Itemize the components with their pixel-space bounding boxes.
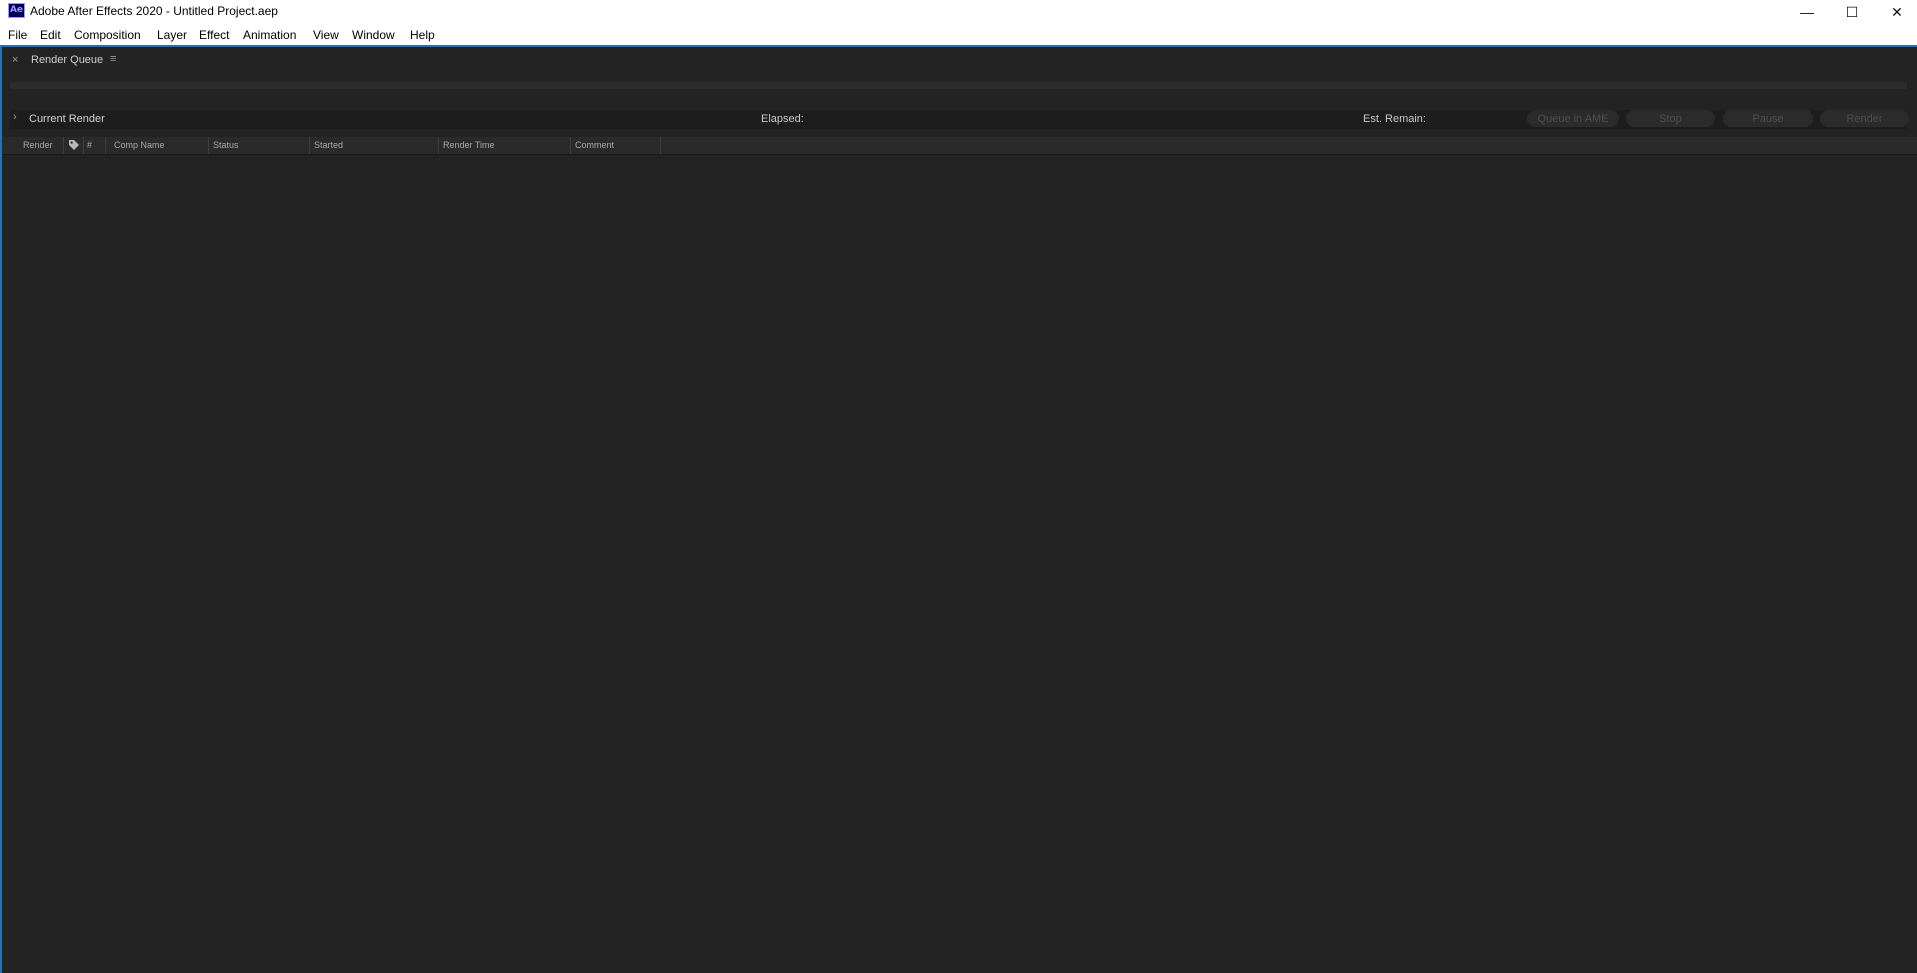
menu-file[interactable]: File — [8, 28, 27, 42]
menu-animation[interactable]: Animation — [243, 28, 296, 42]
column-started[interactable]: Started — [311, 137, 439, 154]
chevron-right-icon[interactable]: › — [13, 111, 17, 123]
after-effects-app-icon: Ae — [8, 3, 25, 18]
queue-in-ame-button[interactable]: Queue in AME — [1527, 110, 1619, 127]
column-comp-name[interactable]: Comp Name — [111, 137, 209, 154]
window-title-bar: Ae Adobe After Effects 2020 - Untitled P… — [0, 0, 1917, 24]
menu-window[interactable]: Window — [352, 28, 395, 42]
current-render-row: › Current Render Elapsed: Est. Remain: — [10, 110, 1907, 129]
menu-layer[interactable]: Layer — [157, 28, 187, 42]
window-title: Adobe After Effects 2020 - Untitled Proj… — [30, 4, 278, 18]
column-number[interactable]: # — [84, 137, 106, 154]
render-queue-column-header: Render # Comp Name Status Started Render… — [2, 137, 1917, 155]
column-render-time[interactable]: Render Time — [440, 137, 571, 154]
maximize-icon: ☐ — [1845, 3, 1859, 20]
close-window-button[interactable]: ✕ — [1874, 0, 1917, 24]
minimize-button[interactable]: — — [1784, 0, 1830, 24]
close-icon: ✕ — [1891, 3, 1903, 20]
pause-button[interactable]: Pause — [1723, 110, 1813, 127]
tag-icon — [69, 140, 79, 150]
panel-title[interactable]: Render Queue — [31, 54, 103, 66]
elapsed-label: Elapsed: — [761, 113, 804, 125]
menu-composition[interactable]: Composition — [74, 28, 141, 42]
column-render[interactable]: Render — [20, 137, 64, 154]
current-render-label: Current Render — [29, 113, 105, 125]
message-bar — [10, 82, 1907, 89]
stop-button[interactable]: Stop — [1626, 110, 1715, 127]
render-queue-list[interactable] — [2, 155, 1917, 973]
column-status[interactable]: Status — [210, 137, 310, 154]
menu-help[interactable]: Help — [410, 28, 435, 42]
menu-effect[interactable]: Effect — [199, 28, 229, 42]
est-remain-label: Est. Remain: — [1363, 113, 1426, 125]
column-label[interactable] — [64, 137, 84, 154]
menu-bar: File Edit Composition Layer Effect Anima… — [0, 24, 1917, 47]
panel-menu-icon[interactable]: ≡ — [110, 53, 116, 65]
menu-edit[interactable]: Edit — [40, 28, 61, 42]
render-button[interactable]: Render — [1820, 110, 1909, 127]
column-comment[interactable]: Comment — [572, 137, 661, 154]
render-queue-tab: × Render Queue ≡ — [2, 49, 1917, 73]
close-panel-icon[interactable]: × — [12, 54, 18, 66]
minimize-icon: — — [1800, 4, 1814, 20]
menu-view[interactable]: View — [313, 28, 339, 42]
maximize-button[interactable]: ☐ — [1829, 0, 1875, 24]
